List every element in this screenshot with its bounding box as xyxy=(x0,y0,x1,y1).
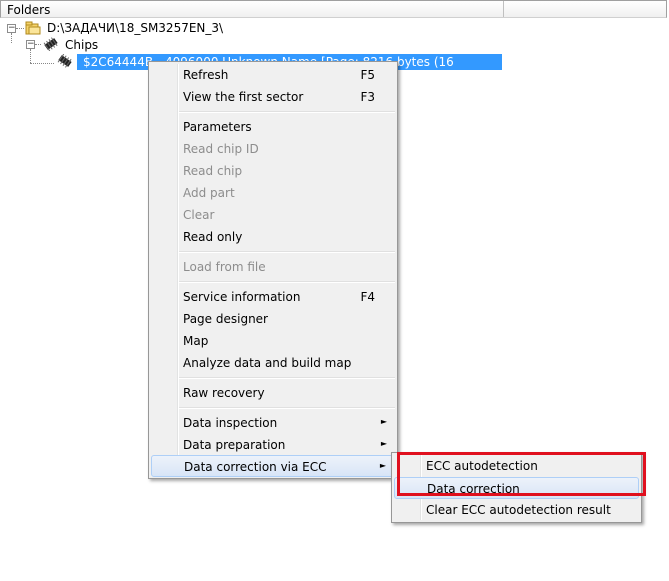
tree-line xyxy=(35,44,41,45)
context-menu: Refresh F5 View the first sector F3 Para… xyxy=(148,61,398,479)
tree-root-item[interactable]: D:\ЗАДАЧИ\18_SM3257EN_3\ xyxy=(47,21,223,37)
menu-item-data-inspection[interactable]: Data inspection ► xyxy=(151,412,395,434)
annotation-highlight-box xyxy=(397,452,646,496)
folders-panel-header: Folders xyxy=(0,0,667,18)
shortcut-label: F3 xyxy=(360,90,375,104)
submenu-arrow-icon: ► xyxy=(380,439,387,448)
menu-separator xyxy=(179,251,395,253)
collapse-chips-toggle[interactable]: − xyxy=(26,40,35,49)
menu-separator xyxy=(179,111,395,113)
menu-item-data-preparation[interactable]: Data preparation ► xyxy=(151,434,395,456)
menu-separator xyxy=(179,281,395,283)
tree-line xyxy=(11,33,12,43)
tree-line xyxy=(30,49,31,63)
header-divider xyxy=(503,1,504,17)
menu-item-raw-recovery[interactable]: Raw recovery xyxy=(151,382,395,404)
menu-item-load-from-file: Load from file xyxy=(183,260,266,274)
menu-item-clear-ecc-result[interactable]: Clear ECC autodetection result xyxy=(394,499,639,521)
tree-chips-item[interactable]: Chips xyxy=(65,38,98,54)
chips-label: Chips xyxy=(65,38,99,52)
chip-icon xyxy=(57,54,72,68)
menu-item-read-chip: Read chip xyxy=(183,164,243,178)
collapse-root-toggle[interactable]: − xyxy=(7,24,16,33)
folder-icon xyxy=(25,21,41,35)
menu-item-data-correction-ecc[interactable]: Data correction via ECC ► xyxy=(151,455,395,477)
chip-icon xyxy=(43,37,58,51)
folders-title: Folders xyxy=(7,3,51,17)
menu-item-parameters[interactable]: Parameters xyxy=(151,116,395,138)
menu-item-read-only[interactable]: Read only xyxy=(151,226,395,248)
menu-item-view-first-sector[interactable]: View the first sector F3 xyxy=(151,86,395,108)
menu-item-read-chip-id: Read chip ID xyxy=(183,142,259,156)
shortcut-label: F4 xyxy=(360,290,375,304)
shortcut-label: F5 xyxy=(360,68,375,82)
menu-item-map[interactable]: Map xyxy=(151,330,395,352)
menu-item-clear: Clear xyxy=(183,208,215,222)
menu-item-service-information[interactable]: Service information F4 xyxy=(151,286,395,308)
menu-item-page-designer[interactable]: Page designer xyxy=(151,308,395,330)
menu-item-refresh[interactable]: Refresh F5 xyxy=(151,64,395,86)
menu-item-analyze-data[interactable]: Analyze data and build map xyxy=(151,352,395,374)
menu-separator xyxy=(179,407,395,409)
submenu-arrow-icon: ► xyxy=(380,417,387,426)
tree-line xyxy=(30,63,54,64)
menu-item-add-part: Add part xyxy=(183,186,235,200)
tree-line xyxy=(16,28,24,29)
root-path-label: D:\ЗАДАЧИ\18_SM3257EN_3\ xyxy=(47,21,224,35)
submenu-arrow-icon: ► xyxy=(379,461,386,470)
menu-separator xyxy=(179,377,395,379)
